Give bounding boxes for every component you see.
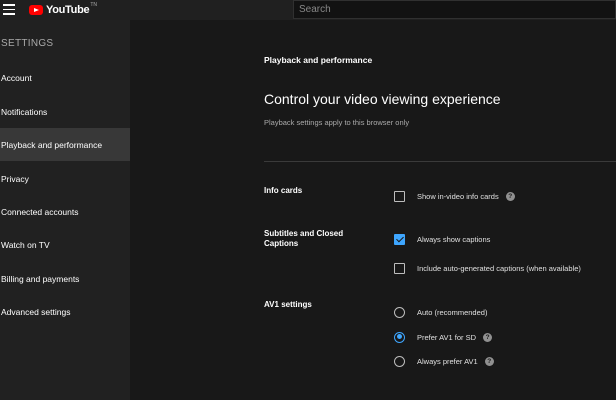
help-icon[interactable]: ?: [484, 356, 494, 366]
always-show-captions-option[interactable]: Always show captions: [394, 232, 490, 246]
always-show-captions-checkbox[interactable]: [394, 233, 405, 245]
page-subtitle: Playback settings apply to this browser …: [264, 118, 410, 127]
settings-main: Playback and performance Control your vi…: [130, 20, 616, 400]
av1-auto-radio[interactable]: [394, 306, 405, 318]
hamburger-menu-icon[interactable]: [3, 4, 15, 15]
av1-prefer-sd-option[interactable]: Prefer AV1 for SD ?: [394, 330, 493, 344]
search-input[interactable]: [293, 0, 616, 19]
top-bar: YouTube TN: [0, 0, 616, 20]
av1-always-prefer-label: Always prefer AV1: [417, 356, 478, 366]
auto-generated-captions-label: Include auto-generated captions (when av…: [417, 263, 581, 273]
info-cards-label: Info cards: [264, 186, 303, 195]
sidebar-item-privacy[interactable]: Privacy: [0, 162, 130, 195]
divider: [264, 161, 616, 162]
sidebar-item-billing-and-payments[interactable]: Billing and payments: [0, 262, 130, 295]
av1-settings-label: AV1 settings: [264, 300, 312, 309]
sidebar-heading: SETTINGS: [1, 38, 54, 49]
sidebar-item-connected-accounts[interactable]: Connected accounts: [0, 195, 130, 228]
sidebar-item-advanced-settings[interactable]: Advanced settings: [0, 295, 130, 328]
youtube-logo[interactable]: YouTube TN: [29, 2, 97, 17]
sidebar-item-playback-and-performance[interactable]: Playback and performance: [0, 128, 130, 161]
subtitles-label: Subtitles and Closed Captions: [264, 229, 344, 248]
always-show-captions-label: Always show captions: [417, 234, 491, 244]
info-cards-option[interactable]: Show in-video info cards ?: [394, 189, 515, 203]
auto-generated-captions-option[interactable]: Include auto-generated captions (when av…: [394, 261, 581, 275]
section-title: Playback and performance: [264, 55, 373, 65]
help-icon[interactable]: ?: [483, 332, 493, 342]
settings-sidebar: SETTINGS Account Notifications Playback …: [0, 20, 130, 400]
auto-generated-captions-checkbox[interactable]: [394, 262, 405, 274]
page-title: Control your video viewing experience: [264, 91, 501, 107]
av1-always-prefer-radio[interactable]: [394, 355, 405, 367]
av1-auto-option[interactable]: Auto (recommended): [394, 305, 487, 319]
help-icon[interactable]: ?: [505, 191, 515, 201]
sidebar-item-notifications[interactable]: Notifications: [0, 95, 130, 128]
sidebar-item-watch-on-tv[interactable]: Watch on TV: [0, 228, 130, 261]
info-cards-option-label: Show in-video info cards: [417, 191, 499, 201]
av1-always-prefer-option[interactable]: Always prefer AV1 ?: [394, 354, 494, 368]
av1-prefer-sd-radio[interactable]: [394, 331, 405, 343]
av1-prefer-sd-label: Prefer AV1 for SD: [417, 332, 477, 342]
youtube-play-icon: [29, 5, 43, 15]
logo-country-code: TN: [90, 2, 97, 8]
av1-auto-label: Auto (recommended): [417, 307, 488, 317]
logo-text: YouTube: [46, 4, 90, 16]
info-cards-checkbox[interactable]: [394, 190, 405, 202]
sidebar-item-account[interactable]: Account: [0, 61, 130, 94]
